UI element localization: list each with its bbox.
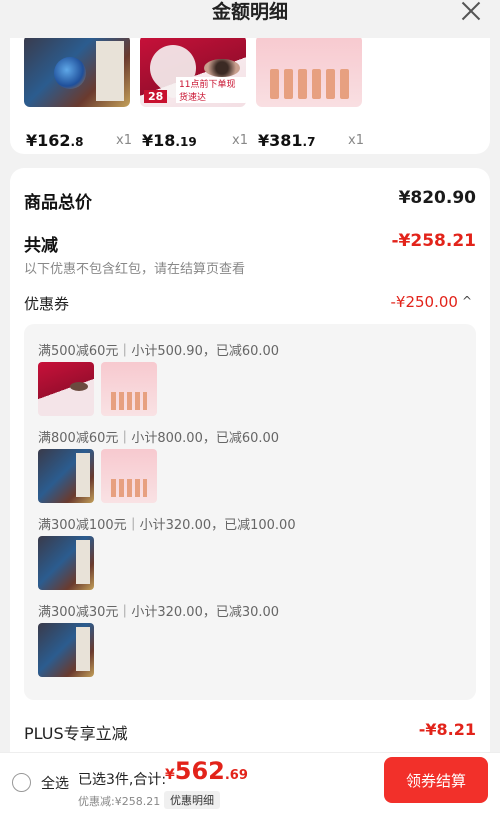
coupon-list: 满500减60元｜小计500.90，已减60.00 满800减60元｜小计800… xyxy=(24,324,476,700)
product-price: ¥162.8 xyxy=(26,131,84,150)
product-item[interactable]: ¥381.7 x1 xyxy=(256,35,364,150)
coupon-rule: 满800减60元｜小计800.00，已减60.00 xyxy=(38,431,280,446)
product-image xyxy=(256,35,362,107)
amount-detail-card: 商品总价 ¥820.90 共减 -¥258.21 以下优惠不包含红包，请在结算页… xyxy=(10,168,490,758)
plus-discount-label: PLUS专享立减 xyxy=(24,724,128,743)
coupon-group: 满500减60元｜小计500.90，已减60.00 xyxy=(38,340,280,416)
discount-detail-link[interactable]: 优惠明细 xyxy=(164,791,220,809)
page-title: 金额明细 xyxy=(211,1,288,23)
product-thumbnail xyxy=(38,449,94,503)
goods-total-value: ¥820.90 xyxy=(398,188,476,208)
header: 金额明细 xyxy=(0,0,500,38)
product-badge-text: 11点前下单现货速达 xyxy=(176,77,246,103)
total-price: ¥562.69 xyxy=(165,757,248,785)
coupon-group: 满300减30元｜小计320.00，已减30.00 xyxy=(38,601,280,677)
product-image xyxy=(24,35,130,107)
discount-label: 共减 xyxy=(24,236,58,256)
selected-count: 已选3件,合计: xyxy=(78,772,167,788)
select-all-radio[interactable] xyxy=(12,773,31,792)
product-card: ¥162.8 x1 28 11点前下单现货速达 ¥18.19 x1 ¥381.7… xyxy=(10,20,490,154)
discount-value: -¥258.21 xyxy=(391,231,477,251)
product-price: ¥18.19 xyxy=(142,131,197,150)
coupon-label[interactable]: 优惠券 xyxy=(24,293,69,314)
checkout-bar: 全选 已选3件,合计: ¥562.69 优惠减:¥258.21 优惠明细 领券结… xyxy=(0,752,500,813)
select-all-label[interactable]: 全选 xyxy=(41,773,69,793)
product-thumbnail xyxy=(38,536,94,590)
discount-note: 以下优惠不包含红包，请在结算页查看 xyxy=(24,262,246,277)
product-thumbnail xyxy=(38,362,94,416)
goods-total-label: 商品总价 xyxy=(24,193,92,213)
coupon-group: 满300减100元｜小计320.00，已减100.00 xyxy=(38,514,296,590)
coupon-value[interactable]: -¥250.00 ^ xyxy=(390,293,472,311)
product-image: 28 11点前下单现货速达 xyxy=(140,35,246,107)
product-qty: x1 xyxy=(348,133,364,148)
product-badge: 28 xyxy=(144,90,168,103)
product-qty: x1 xyxy=(116,133,132,148)
plus-discount-value: -¥8.21 xyxy=(418,720,476,739)
coupon-rule: 满300减30元｜小计320.00，已减30.00 xyxy=(38,605,280,620)
discount-summary: 优惠减:¥258.21 xyxy=(78,795,161,808)
product-thumbnail xyxy=(38,623,94,677)
product-price: ¥381.7 xyxy=(258,131,316,150)
product-item[interactable]: ¥162.8 x1 xyxy=(24,35,132,150)
product-item[interactable]: 28 11点前下单现货速达 ¥18.19 x1 xyxy=(140,35,248,150)
coupon-rule: 满300减100元｜小计320.00，已减100.00 xyxy=(38,518,296,533)
close-icon[interactable] xyxy=(458,0,484,24)
coupon-group: 满800减60元｜小计800.00，已减60.00 xyxy=(38,427,280,503)
product-qty: x1 xyxy=(232,133,248,148)
coupon-rule: 满500减60元｜小计500.90，已减60.00 xyxy=(38,344,280,359)
checkout-button[interactable]: 领券结算 xyxy=(384,757,488,803)
chevron-up-icon[interactable]: ^ xyxy=(462,294,472,308)
product-thumbnail xyxy=(101,449,157,503)
product-thumbnail xyxy=(101,362,157,416)
